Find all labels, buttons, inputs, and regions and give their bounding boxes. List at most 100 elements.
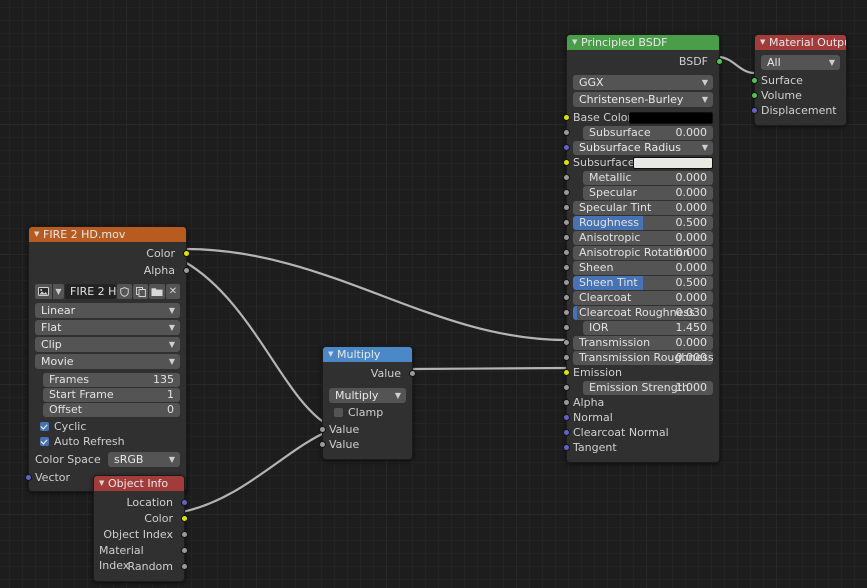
chevron-down-icon: ▼ [168, 455, 175, 464]
bsdf-slider[interactable]: Transmission 0.000 [573, 336, 713, 350]
input-socket[interactable] [563, 414, 570, 421]
input-socket[interactable] [563, 189, 570, 196]
input-socket[interactable] [563, 444, 570, 451]
bsdf-slider[interactable]: Transmission Roughness 0.000 [573, 351, 713, 365]
node-header-principled-bsdf[interactable]: ▼ Principled BSDF [567, 35, 719, 50]
copy-icon[interactable] [133, 284, 148, 299]
cyclic-checkbox-row[interactable]: Cyclic [40, 420, 180, 433]
bsdf-slider[interactable]: Roughness 0.500 [573, 216, 713, 230]
image-icon[interactable] [35, 284, 52, 299]
bsdf-slider[interactable]: Sheen 0.000 [573, 261, 713, 275]
input-socket[interactable] [563, 174, 570, 181]
offset-field[interactable]: Offset 0 [43, 403, 180, 417]
input-socket[interactable] [563, 204, 570, 211]
source-dropdown[interactable]: Movie ▼ [35, 354, 180, 369]
image-name-field[interactable]: FIRE 2 HD.mov [65, 284, 116, 299]
auto-refresh-checkbox[interactable] [40, 436, 49, 446]
node-math-multiply[interactable]: ▼ Multiply Value Multiply ▼ Clamp Value Va… [319, 346, 416, 460]
output-socket-alpha[interactable] [183, 267, 190, 274]
output-socket-bsdf[interactable] [716, 58, 723, 65]
input-socket[interactable] [563, 264, 570, 271]
bsdf-slider[interactable]: Anisotropic 0.000 [573, 231, 713, 245]
bsdf-slider[interactable]: Anisotropic Rotation 0.000 [573, 246, 713, 260]
input-socket[interactable] [563, 234, 570, 241]
auto-refresh-checkbox-row[interactable]: Auto Refresh [40, 435, 180, 448]
bsdf-slider[interactable]: Clearcoat 0.000 [573, 291, 713, 305]
frames-field[interactable]: Frames 135 [43, 373, 180, 387]
collapse-triangle-icon[interactable]: ▼ [328, 347, 337, 362]
node-header-math-multiply[interactable]: ▼ Multiply [323, 347, 412, 362]
bsdf-slider[interactable]: Subsurface 0.000 [583, 126, 713, 140]
input-socket-value-2[interactable] [319, 441, 326, 448]
clamp-checkbox[interactable] [334, 407, 343, 417]
cyclic-checkbox[interactable] [40, 421, 49, 431]
input-socket[interactable] [563, 369, 570, 376]
collapse-triangle-icon[interactable]: ▼ [572, 35, 581, 50]
input-socket-vector[interactable] [25, 474, 32, 481]
input-socket[interactable] [563, 114, 570, 121]
node-header-image-texture[interactable]: ▼ FIRE 2 HD.mov [29, 227, 186, 242]
output-socket-color[interactable] [181, 515, 188, 522]
color-swatch[interactable] [629, 112, 713, 124]
input-socket[interactable] [563, 429, 570, 436]
node-image-texture[interactable]: ▼FIRE 2 HD.mov Color Alpha ▼ FIRE 2 HD.m… [25, 226, 190, 492]
color-space-row[interactable]: Color Space sRGB ▼ [35, 452, 180, 467]
image-datablock-row[interactable]: ▼ FIRE 2 HD.mov ✕ [35, 284, 180, 299]
clamp-checkbox-row[interactable]: Clamp [334, 406, 406, 419]
bsdf-slider[interactable]: Metallic 0.000 [583, 171, 713, 185]
color-swatch[interactable] [633, 157, 713, 169]
operation-dropdown[interactable]: Multiply ▼ [329, 388, 406, 403]
image-browse-chevron-down-icon[interactable]: ▼ [53, 284, 64, 299]
folder-icon[interactable] [149, 284, 165, 299]
input-socket[interactable] [563, 384, 570, 391]
input-socket-surface[interactable] [751, 77, 758, 84]
output-socket-random[interactable] [181, 563, 188, 570]
input-socket[interactable] [563, 219, 570, 226]
input-socket[interactable] [563, 339, 570, 346]
projection-dropdown[interactable]: Flat ▼ [35, 320, 180, 335]
input-socket[interactable] [563, 159, 570, 166]
interpolation-dropdown[interactable]: Linear ▼ [35, 303, 180, 318]
input-socket[interactable] [563, 144, 570, 151]
color-space-dropdown[interactable]: sRGB ▼ [108, 452, 180, 467]
distribution-dropdown[interactable]: GGX ▼ [573, 75, 713, 90]
bsdf-slider[interactable]: Specular Tint 0.000 [573, 201, 713, 215]
node-header-object-info[interactable]: ▼ Object Info [94, 476, 184, 491]
input-socket[interactable] [563, 309, 570, 316]
target-dropdown[interactable]: All ▼ [761, 55, 840, 70]
bsdf-slider[interactable]: Emission Strength 1.000 [583, 381, 713, 395]
input-socket[interactable] [563, 249, 570, 256]
input-socket-value-1[interactable] [319, 426, 326, 433]
node-material-output[interactable]: ▼Material Output All▼ Surface Volume Dis… [751, 34, 847, 126]
node-principled-bsdf[interactable]: ▼ Principled BSDF BSDF GGX ▼ Christensen-B… [563, 34, 723, 463]
input-socket[interactable] [563, 399, 570, 406]
collapse-triangle-icon[interactable]: ▼ [760, 35, 769, 50]
bsdf-slider[interactable]: Clearcoat Roughness 0.030 [573, 306, 713, 320]
bsdf-slider[interactable]: IOR 1.450 [583, 321, 713, 335]
output-socket-color[interactable] [183, 250, 190, 257]
output-socket-location[interactable] [181, 499, 188, 506]
shield-icon[interactable] [117, 284, 132, 299]
input-socket[interactable] [563, 354, 570, 361]
bsdf-slider[interactable]: Specular 0.000 [583, 186, 713, 200]
output-socket-material-index[interactable] [181, 547, 188, 554]
close-icon[interactable]: ✕ [166, 284, 180, 299]
start-frame-field[interactable]: Start Frame 1 [43, 388, 180, 402]
extension-dropdown[interactable]: Clip ▼ [35, 337, 180, 352]
node-header-material-output[interactable]: ▼Material Output [755, 35, 846, 50]
input-socket[interactable] [563, 129, 570, 136]
output-socket-value[interactable] [409, 370, 416, 377]
bsdf-slider[interactable]: Sheen Tint 0.500 [573, 276, 713, 290]
input-socket[interactable] [563, 279, 570, 286]
collapse-triangle-icon[interactable]: ▼ [99, 476, 108, 491]
input-socket[interactable] [563, 294, 570, 301]
input-socket-displacement[interactable] [751, 107, 758, 114]
output-socket-object-index[interactable] [181, 531, 188, 538]
input-socket[interactable] [563, 324, 570, 331]
bsdf-dropdown[interactable]: Subsurface Radius ▼ [573, 141, 713, 155]
subsurface-method-dropdown[interactable]: Christensen-Burley ▼ [573, 92, 713, 107]
input-socket-volume[interactable] [751, 92, 758, 99]
collapse-triangle-icon[interactable]: ▼ [34, 227, 43, 242]
node-editor-canvas[interactable]: ▼FIRE 2 HD.mov Color Alpha ▼ FIRE 2 HD.m… [0, 0, 867, 588]
node-object-info[interactable]: ▼ Object Info Location Color Object Index… [93, 475, 188, 582]
